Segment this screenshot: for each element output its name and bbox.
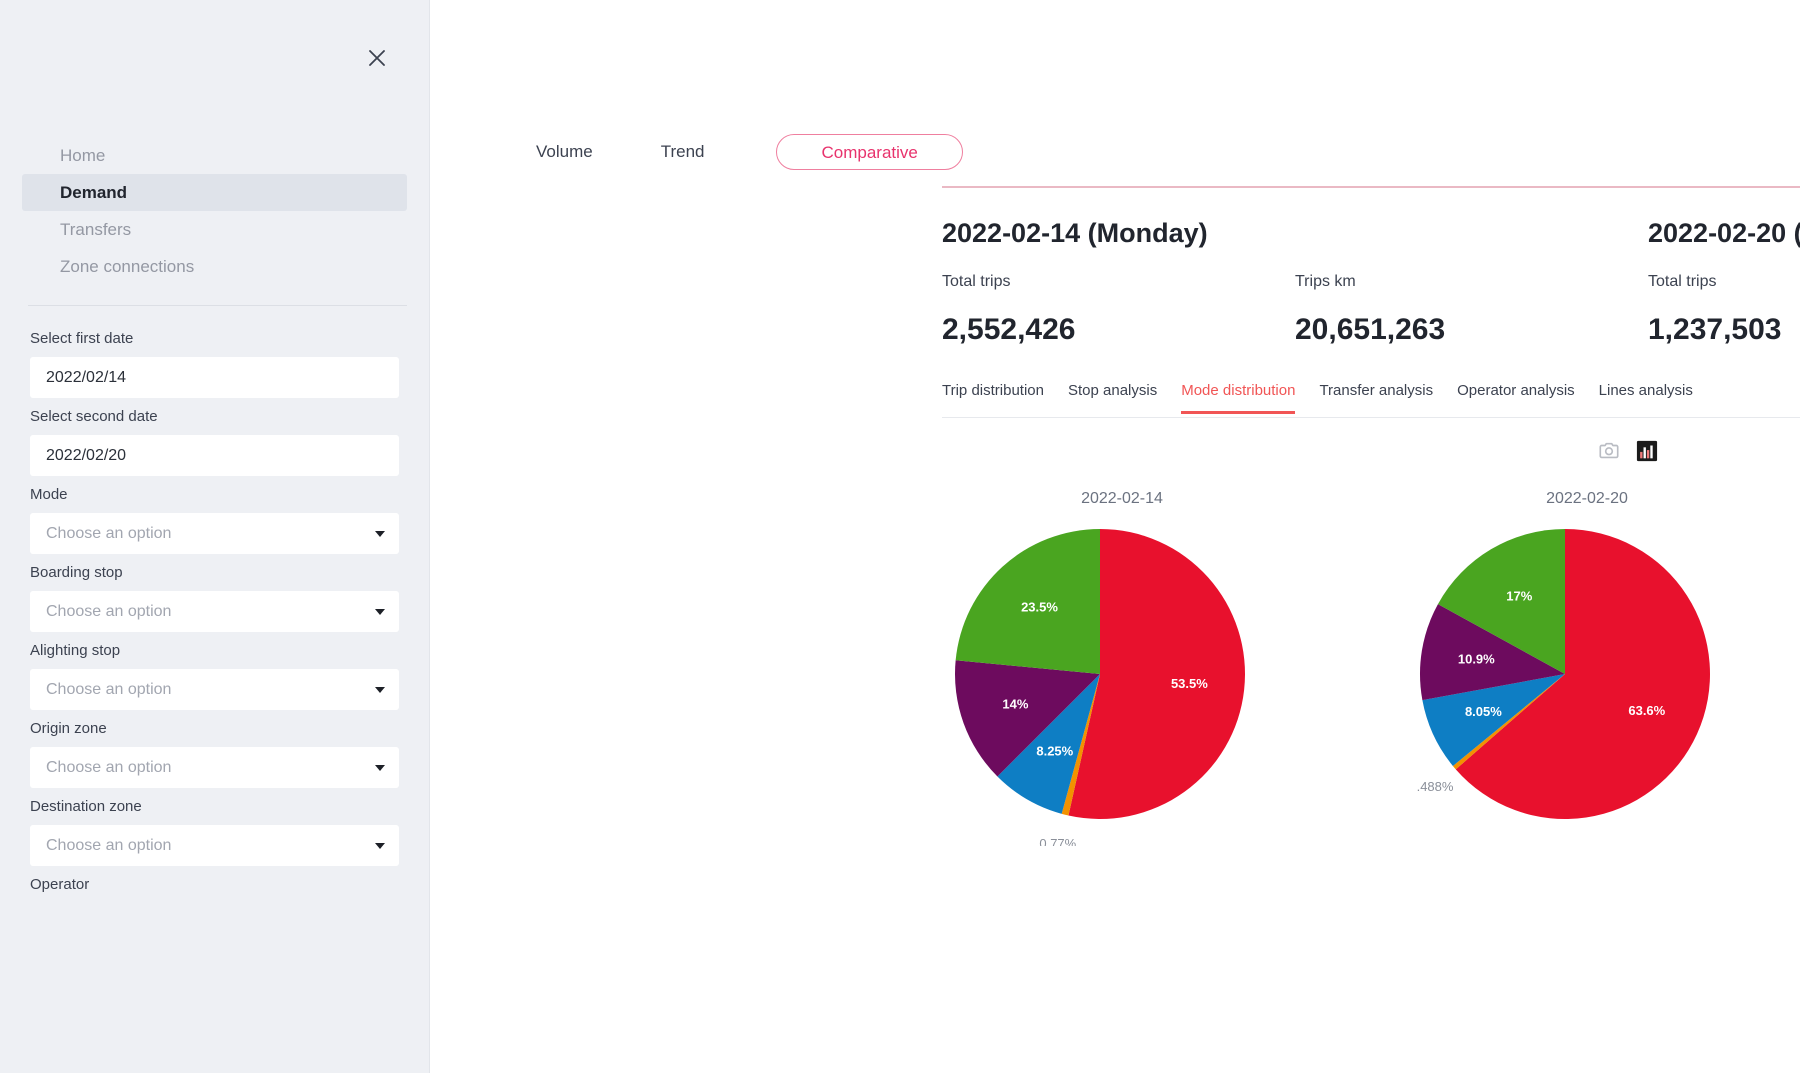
subtab-transfer-analysis[interactable]: Transfer analysis <box>1319 382 1433 414</box>
day1-total-trips-label: Total trips <box>942 273 1011 290</box>
pie-2-title: 2022-02-20 <box>1546 490 1628 507</box>
subtab-trip-distribution[interactable]: Trip distribution <box>942 382 1044 414</box>
filter-destination-zone: Destination zone Choose an option <box>0 798 429 866</box>
tab-comparative[interactable]: Comparative <box>776 134 963 170</box>
filter-select-first-date: Select first date 2022/02/14 <box>0 330 429 398</box>
filter-mode: Mode Choose an option <box>0 486 429 554</box>
pie-slice-label: 53.5% <box>1171 676 1208 691</box>
filter-label-destination-zone: Destination zone <box>30 798 142 815</box>
day1-total-trips-value: 2,552,426 <box>942 313 1076 346</box>
chevron-down-icon <box>375 530 385 537</box>
select-first-date-input[interactable]: 2022/02/14 <box>30 357 399 398</box>
kpi-grid: 2022-02-14 (Monday) Total trips 2,552,42… <box>942 218 1800 347</box>
camera-icon[interactable] <box>1598 440 1620 462</box>
kpi-day1-total-trips: 2022-02-14 (Monday) Total trips 2,552,42… <box>942 218 1295 347</box>
mode-select[interactable]: Choose an option <box>30 513 399 554</box>
origin-zone-selected-value: Choose an option <box>46 758 172 776</box>
kpi-day1-trips-km: Trips km 20,651,263 <box>1295 218 1648 347</box>
filter-label-mode: Mode <box>30 486 68 503</box>
pie-2-svg: 63.6% 0.488% 8.05% 10.9% 17% <box>1417 529 1710 819</box>
chevron-down-icon <box>375 608 385 615</box>
filter-label-select-second-date: Select second date <box>30 408 158 425</box>
filter-origin-zone: Origin zone Choose an option <box>0 720 429 788</box>
sidebar: Home Demand Transfers Zone connections Sele… <box>0 0 430 1073</box>
filter-boarding-stop: Boarding stop Choose an option <box>0 564 429 632</box>
alighting-stop-select[interactable]: Choose an option <box>30 669 399 710</box>
destination-zone-select[interactable]: Choose an option <box>30 825 399 866</box>
main-content: Volume Trend Comparative 2022-02-14 (Monda… <box>430 0 1800 1073</box>
sidebar-filters: Select first date 2022/02/14 Select second… <box>0 320 429 903</box>
alighting-stop-selected-value: Choose an option <box>46 680 172 698</box>
pie-slice-label: 8.25% <box>1036 744 1073 759</box>
sidebar-item-demand[interactable]: Demand <box>22 174 407 211</box>
chevron-down-icon <box>375 842 385 849</box>
pie-slice-label: 0.77% <box>1039 836 1076 846</box>
mode-selected-value: Choose an option <box>46 524 172 542</box>
pie-slice-label: 10.9% <box>1458 652 1495 667</box>
sidebar-divider <box>28 305 407 306</box>
pie-1-title: 2022-02-14 <box>1081 490 1163 507</box>
filter-alighting-stop: Alighting stop Choose an option <box>0 642 429 710</box>
day1-date-title: 2022-02-14 (Monday) <box>942 218 1208 248</box>
bar-chart-icon[interactable] <box>1636 440 1658 462</box>
pie-slice-label: 63.6% <box>1628 703 1665 718</box>
close-icon[interactable] <box>363 44 391 72</box>
primary-tabs-rule <box>942 186 1800 188</box>
pie-slice-label: 17% <box>1506 589 1532 604</box>
pie-slice-label: 14% <box>1002 696 1028 711</box>
sidebar-item-zone-connections[interactable]: Zone connections <box>22 248 407 285</box>
subtab-operator-analysis[interactable]: Operator analysis <box>1457 382 1575 414</box>
boarding-stop-select[interactable]: Choose an option <box>30 591 399 632</box>
filter-label-boarding-stop: Boarding stop <box>30 564 123 581</box>
day1-trips-km-label: Trips km <box>1295 273 1356 290</box>
pie-1-svg: 53.5% 0.77% 8.25% 14% 23.5% <box>955 529 1245 846</box>
day2-date-title: 2022-02-20 (Sunday) <box>1648 218 1800 248</box>
boarding-stop-selected-value: Choose an option <box>46 602 172 620</box>
subtab-mode-distribution[interactable]: Mode distribution <box>1181 382 1296 414</box>
subtab-stop-analysis[interactable]: Stop analysis <box>1068 382 1157 414</box>
pie-charts-area: 2022-02-14 53.5% 0.77% 8.25% 14% 23.5% 2022-… <box>942 490 1800 930</box>
pie-slice-label: 23.5% <box>1021 600 1058 615</box>
primary-tabs: Volume Trend Comparative <box>502 134 1800 170</box>
filter-label-operator: Operator <box>30 876 90 893</box>
chevron-down-icon <box>375 764 385 771</box>
pie-slice-label: 8.05% <box>1465 704 1502 719</box>
pie-slice-label: 0.488% <box>1417 779 1454 794</box>
destination-zone-selected-value: Choose an option <box>46 836 172 854</box>
tab-volume[interactable]: Volume <box>502 134 627 170</box>
sidebar-item-transfers[interactable]: Transfers <box>22 211 407 248</box>
filter-select-second-date: Select second date 2022/02/20 <box>0 408 429 476</box>
filter-label-alighting-stop: Alighting stop <box>30 642 121 659</box>
sidebar-nav: Home Demand Transfers Zone connections <box>0 137 429 285</box>
subtab-lines-analysis[interactable]: Lines analysis <box>1599 382 1693 414</box>
chevron-down-icon <box>375 686 385 693</box>
tab-trend[interactable]: Trend <box>627 134 739 170</box>
day2-total-trips-value: 1,237,503 <box>1648 313 1782 346</box>
select-second-date-input[interactable]: 2022/02/20 <box>30 435 399 476</box>
select-second-date-value: 2022/02/20 <box>46 446 127 464</box>
select-first-date-value: 2022/02/14 <box>46 368 127 386</box>
filter-operator: Operator <box>0 876 429 893</box>
filter-label-origin-zone: Origin zone <box>30 720 107 737</box>
day1-spacer <box>1295 218 1638 249</box>
secondary-tabs: Trip distribution Stop analysis Mode distr… <box>942 382 1800 418</box>
kpi-day2-total-trips: 2022-02-20 (Sunday) Total trips 1,237,50… <box>1648 218 1800 347</box>
filter-label-select-first-date: Select first date <box>30 330 134 347</box>
day2-total-trips-label: Total trips <box>1648 273 1717 290</box>
origin-zone-select[interactable]: Choose an option <box>30 747 399 788</box>
app-root: Home Demand Transfers Zone connections Sele… <box>0 0 1800 1073</box>
sidebar-item-home[interactable]: Home <box>22 137 407 174</box>
day1-trips-km-value: 20,651,263 <box>1295 313 1446 346</box>
chart-toolbar <box>1598 440 1658 462</box>
